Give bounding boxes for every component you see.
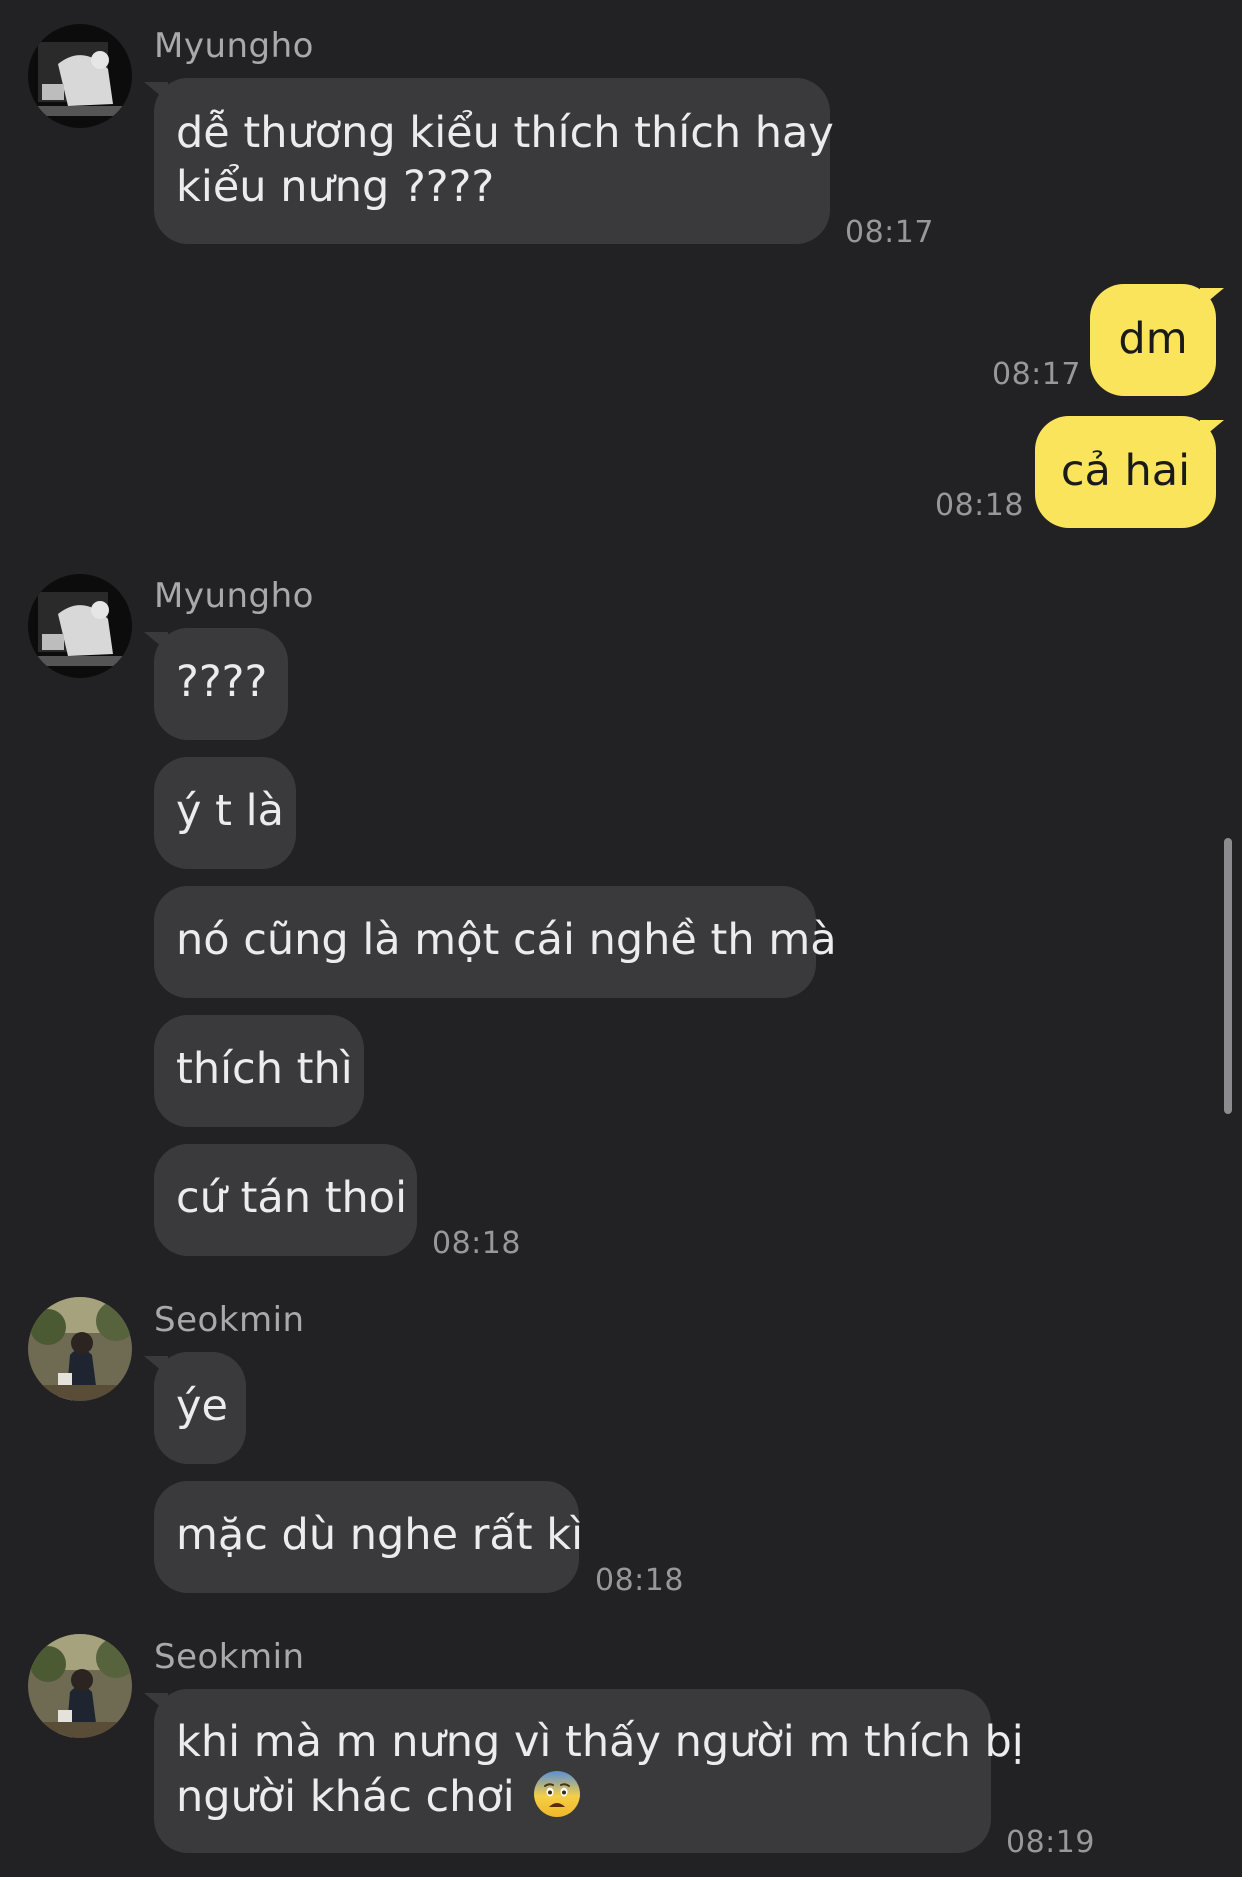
message-text: mặc dù nghe rất kì [176,1510,584,1560]
message-bubble[interactable]: ???? [154,628,288,740]
message-bubble[interactable]: mặc dù nghe rất kì [154,1481,583,1593]
avatar-photo-seokmin [28,1634,132,1738]
message-bubble[interactable]: nó cũng là một cái nghề th mà [154,886,837,998]
message-timestamp: 08:18 [935,488,1024,523]
message-bubble[interactable]: cứ tán thoi [154,1144,417,1256]
message-bubble[interactable]: ýe [154,1352,246,1464]
sender-name: Myungho [154,576,314,616]
message-text: thích thì [176,1044,353,1094]
message-text: cả hai [1060,446,1191,496]
message-text: ý t là [176,786,284,836]
message-bubble-outgoing[interactable]: dm [1090,284,1216,396]
avatar-photo-myungho [28,574,132,678]
message-text: người khác chơi [176,1772,515,1822]
message-text: dm [1118,314,1188,364]
message-bubble[interactable]: ý t là [154,757,296,869]
message-timestamp: 08:18 [595,1563,684,1598]
message-text: dễ thương kiểu thích thích hay [176,108,834,158]
message-timestamp: 08:18 [432,1226,521,1261]
message-text: ýe [176,1381,228,1431]
sender-name: Seokmin [154,1637,305,1677]
bubble-tail [1200,420,1224,440]
message-text: cứ tán thoi [176,1173,408,1223]
message-bubble[interactable]: thích thì [154,1015,364,1127]
sender-name: Myungho [154,26,314,66]
avatar-photo-seokmin [28,1297,132,1401]
message-bubble[interactable]: khi mà m nưng vì thấy người m thích bị n… [154,1689,1024,1853]
message-bubble-outgoing[interactable]: cả hai [1035,416,1216,528]
avatar-photo-myungho [28,24,132,128]
message-bubble[interactable]: dễ thương kiểu thích thích hay kiểu nưng… [154,78,834,244]
avatar-seokmin[interactable] [28,1297,132,1401]
avatar-seokmin[interactable] [28,1634,132,1738]
scrollbar-thumb[interactable] [1224,838,1232,1114]
message-text: ???? [176,657,268,707]
message-text: kiểu nưng ???? [176,162,495,212]
message-text: nó cũng là một cái nghề th mà [176,915,837,965]
bubble-tail [1200,288,1224,308]
message-timestamp: 08:19 [1006,1825,1095,1860]
avatar-myungho[interactable] [28,574,132,678]
message-timestamp: 08:17 [845,215,934,250]
sender-name: Seokmin [154,1300,305,1340]
message-timestamp: 08:17 [992,357,1081,392]
fearful-face-emoji [534,1771,581,1817]
avatar-myungho[interactable] [28,24,132,128]
message-text: khi mà m nưng vì thấy người m thích bị [176,1717,1024,1767]
